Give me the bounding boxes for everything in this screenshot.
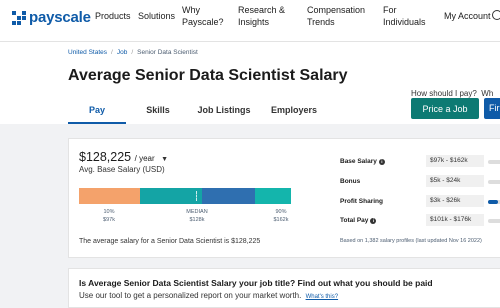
info-icon[interactable]: i (378, 158, 385, 165)
stat-range: $3k - $26k (426, 195, 484, 207)
info-icon[interactable]: i (370, 217, 377, 224)
nav-item-compensation-line1: Compensation (307, 5, 366, 15)
stat-bar (488, 180, 500, 184)
tab-pay[interactable]: Pay (68, 105, 126, 124)
stat-label: Bonus (340, 178, 361, 185)
nav-item-solutions[interactable]: Solutions (138, 10, 175, 22)
breadcrumb-job[interactable]: Job (117, 49, 127, 56)
second-cta-label: Wh (481, 89, 494, 98)
tab-job-listings[interactable]: Job Listings (190, 105, 258, 124)
stat-bar-fill (488, 200, 498, 204)
prompt-title: Is Average Senior Data Scientist Salary … (79, 278, 433, 288)
percentile-median: MEDIAN $128k (181, 208, 213, 224)
stat-range: $5k - $24k (426, 175, 484, 187)
top-navigation-bar: payscale Products Solutions Why Payscale… (0, 0, 500, 42)
nav-item-compensation-line2: Trends (307, 17, 335, 27)
breadcrumb: United States / Job / Senior Data Scient… (68, 49, 198, 56)
stat-bar (488, 219, 500, 223)
percentile-90-value: $162k (273, 217, 289, 223)
percentile-10-label: 10% (103, 209, 115, 215)
page-header: United States / Job / Senior Data Scient… (0, 42, 500, 124)
nav-item-why-payscale[interactable]: Why Payscale? (182, 4, 224, 28)
search-icon[interactable] (492, 10, 500, 20)
nav-item-why-payscale-line1: Why (182, 5, 200, 15)
stat-bar (488, 160, 500, 164)
salary-period: / year (134, 154, 155, 163)
nav-item-research-line1: Research & (238, 5, 286, 15)
tab-bar: Pay Skills Job Listings Employers (68, 105, 330, 124)
stat-range: $101k - $176k (426, 214, 484, 226)
price-a-job-button[interactable]: Price a Job (411, 98, 479, 119)
tab-skills[interactable]: Skills (126, 105, 190, 124)
avg-base-salary-label: Avg. Base Salary (USD) (79, 165, 165, 174)
nav-item-why-payscale-line2: Payscale? (182, 17, 224, 27)
median-marker (196, 191, 197, 201)
stat-label-text: Total Pay (340, 217, 369, 224)
percentile-median-label: MEDIAN (186, 209, 208, 215)
salary-amount: $128,225 (79, 150, 132, 164)
stat-label: Total Pay i (340, 217, 377, 224)
percentile-10-value: $97k (103, 217, 115, 223)
percentile-90-label: 90% (275, 209, 287, 215)
salary-card: $128,225 / year ▼ Avg. Base Salary (USD)… (68, 138, 500, 258)
job-title-prompt-card: Is Average Senior Data Scientist Salary … (68, 268, 500, 308)
salary-value[interactable]: $128,225 / year ▼ (79, 150, 168, 164)
salary-bar-segment (201, 188, 255, 204)
salary-bar-segment (254, 188, 291, 204)
salary-bar-segment (79, 188, 141, 204)
average-salary-sentence: The average salary for a Senior Data Sci… (79, 238, 261, 245)
stat-label-text: Base Salary (340, 158, 377, 165)
stat-label: Base Salary i (340, 158, 385, 165)
salary-bar-segment (140, 188, 202, 204)
nav-item-individuals-line2: Individuals (383, 17, 426, 27)
nav-item-research-line2: Insights (238, 17, 270, 27)
tab-employers[interactable]: Employers (258, 105, 330, 124)
nav-item-for-individuals[interactable]: For Individuals (383, 4, 426, 28)
breadcrumb-separator: / (131, 49, 134, 56)
page-title: Average Senior Data Scientist Salary (68, 67, 348, 84)
prompt-subtitle: Use our tool to get a personalized repor… (79, 291, 338, 300)
nav-item-my-account[interactable]: My Account (444, 10, 491, 22)
stat-row-total-pay: Total Pay i $101k - $176k (340, 214, 500, 228)
how-should-i-pay-label: How should I pay? Wh (411, 89, 493, 98)
main-nav: Products Solutions Why Payscale? Researc… (0, 0, 500, 42)
breadcrumb-country[interactable]: United States (68, 49, 107, 56)
nav-item-individuals-line1: For (383, 5, 397, 15)
nav-item-compensation-trends[interactable]: Compensation Trends (307, 4, 365, 28)
how-should-i-pay-text: How should I pay? (411, 89, 477, 98)
stat-bar (488, 200, 500, 204)
percentile-median-value: $128k (189, 217, 205, 223)
stat-label: Profit Sharing (340, 198, 383, 205)
prompt-subtitle-text: Use our tool to get a personalized repor… (79, 291, 302, 300)
percentile-90: 90% $162k (266, 208, 296, 224)
whats-this-link[interactable]: What's this? (306, 294, 339, 300)
stat-row-profit-sharing: Profit Sharing $3k - $26k (340, 195, 500, 209)
salary-range-bar (79, 188, 291, 204)
stat-range: $97k - $162k (426, 155, 484, 167)
stat-row-base-salary: Base Salary i $97k - $162k (340, 155, 500, 169)
nav-item-research-insights[interactable]: Research & Insights (238, 4, 285, 28)
second-cta-button[interactable]: Fir (484, 98, 500, 119)
caret-down-icon[interactable]: ▼ (161, 156, 168, 163)
breadcrumb-current: Senior Data Scientist (137, 49, 198, 56)
stat-row-bonus: Bonus $5k - $24k (340, 175, 500, 189)
based-on-note: Based on 1,382 salary profiles (last upd… (340, 238, 482, 244)
breadcrumb-separator: / (111, 49, 113, 56)
percentile-10: 10% $97k (94, 208, 124, 224)
nav-item-products[interactable]: Products (95, 10, 131, 22)
